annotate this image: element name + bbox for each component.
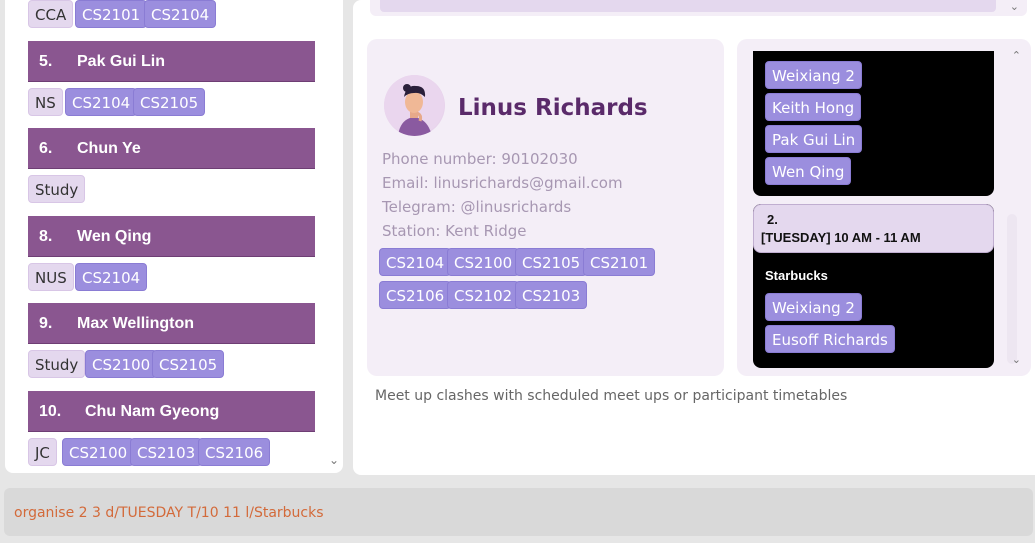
person-tag: Study [28,175,86,203]
module-tag: CS2100 [447,248,520,276]
person-index: 5. [39,53,53,70]
profile-station: Station: Kent Ridge [382,222,527,240]
person-tag: JC [28,438,57,466]
person-name: Wen Qing [77,228,152,245]
module-tag: CS2102 [447,281,520,309]
person-tag: NS [28,88,63,116]
person-card-header[interactable]: 10. Chu Nam Gyeong [28,391,315,432]
module-tag: CS2103 [130,438,203,466]
participant-tag: Eusoff Richards [765,325,895,353]
person-index: 9. [39,315,53,332]
meetup-card[interactable]: 2. [TUESDAY] 10 AM - 11 AM Starbucks Wei… [753,204,994,368]
chevron-up-icon[interactable]: ⌃ [1012,49,1021,62]
person-tag: CCA [28,0,74,28]
meetup-time: [TUESDAY] 10 AM - 11 AM [761,230,921,245]
module-tag: CS2106 [379,281,452,309]
profile-email: Email: linusrichards@gmail.com [382,174,623,192]
participant-tag: Weixiang 2 [765,293,862,321]
meetup-header-remnant [380,0,996,12]
person-card-header[interactable]: 8. Wen Qing [28,216,315,257]
person-index: 10. [39,403,62,420]
module-tag: CS2104 [379,248,452,276]
participant-tag: Keith Hong [765,93,862,121]
person-index: 8. [39,228,53,245]
command-input[interactable] [14,502,1014,524]
chevron-down-icon[interactable]: ⌄ [329,453,339,467]
participant-tag: Pak Gui Lin [765,125,863,153]
person-index: 6. [39,140,53,157]
chevron-down-icon[interactable]: ⌄ [1010,0,1019,13]
profile-phone: Phone number: 90102030 [382,150,578,168]
module-tag: CS2104 [65,88,138,116]
chevron-down-icon[interactable]: ⌄ [1012,353,1021,366]
result-message: Meet up clashes with scheduled meet ups … [375,388,848,404]
module-tag: CS2100 [85,350,158,378]
meetup-header: 2. [TUESDAY] 10 AM - 11 AM [753,204,994,253]
person-name: Pak Gui Lin [77,53,166,70]
person-name: Max Wellington [77,315,195,332]
module-tag: CS2106 [198,438,271,466]
module-tag: CS2103 [515,281,588,309]
participant-tag: Wen Qing [765,157,852,185]
meetup-index: 2. [767,212,778,227]
person-name: Chu Nam Gyeong [85,403,220,420]
detail-panel: ⌄ Linus Richards Phone number: 90102030 … [353,0,1035,475]
person-name: Chun Ye [77,140,141,157]
avatar [384,75,445,136]
profile-card: Linus Richards Phone number: 90102030 Em… [367,39,724,376]
module-tag: CS2101 [75,0,148,28]
meetup-venue: Starbucks [765,268,828,283]
person-tag: Study [28,350,86,378]
command-box[interactable] [4,488,1033,536]
module-tag: CS2105 [152,350,225,378]
person-card-header[interactable]: 6. Chun Ye [28,128,315,169]
scrollbar[interactable] [1007,214,1017,364]
meetup-card[interactable]: Weixiang 2 Keith Hong Pak Gui Lin Wen Qi… [753,51,994,196]
module-tag: CS2100 [62,438,135,466]
meetups-list[interactable]: Weixiang 2 Keith Hong Pak Gui Lin Wen Qi… [737,39,1031,376]
module-tag: CS2104 [144,0,217,28]
module-tag: CS2105 [133,88,206,116]
module-tag: CS2105 [515,248,588,276]
participant-tag: Weixiang 2 [765,61,862,89]
profile-telegram: Telegram: @linusrichards [382,198,572,216]
person-list-panel[interactable]: CCA CS2101 CS2104 5. Pak Gui Lin NS CS21… [5,0,343,473]
module-tag: CS2101 [583,248,656,276]
person-card-header[interactable]: 5. Pak Gui Lin [28,41,315,82]
module-tag: CS2104 [75,263,148,291]
profile-name: Linus Richards [458,95,648,121]
person-tag: NUS [28,263,74,291]
person-card-header[interactable]: 9. Max Wellington [28,303,315,344]
top-meetup-strip: ⌄ [370,0,1027,16]
